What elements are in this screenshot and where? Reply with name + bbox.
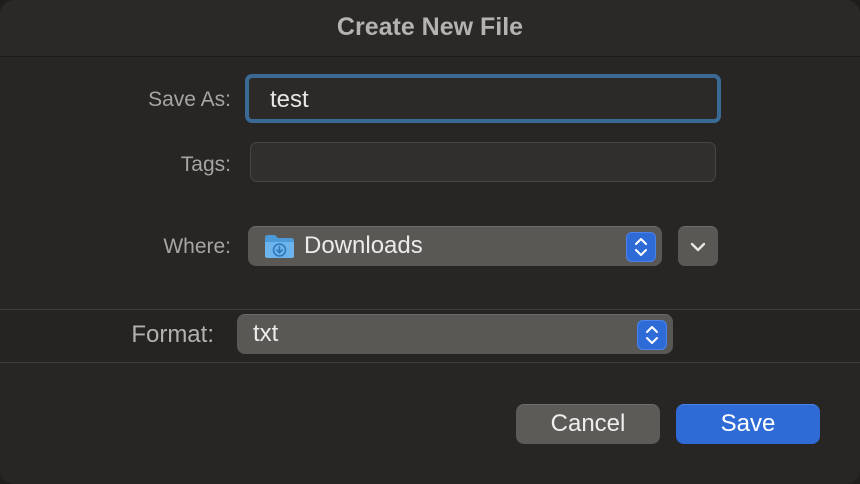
tags-input[interactable] xyxy=(250,142,716,182)
where-stepper-icon xyxy=(626,232,656,262)
create-new-file-dialog: Create New File Save As: test Tags: Wher… xyxy=(0,0,860,484)
where-label: Where: xyxy=(163,235,231,258)
save-button[interactable]: Save xyxy=(676,404,820,444)
title-bar: Create New File xyxy=(0,0,860,57)
save-as-value: test xyxy=(270,86,309,113)
format-popup[interactable]: txt xyxy=(237,314,673,354)
where-popup[interactable]: Downloads xyxy=(248,226,662,266)
expand-browser-button[interactable] xyxy=(678,226,718,266)
save-as-label: Save As: xyxy=(148,88,231,111)
divider-bottom xyxy=(0,362,860,363)
chevron-down-icon xyxy=(690,242,706,252)
tags-label: Tags: xyxy=(180,153,231,176)
format-selected: txt xyxy=(253,320,279,347)
cancel-button[interactable]: Cancel xyxy=(516,404,660,444)
downloads-folder-icon xyxy=(265,235,294,258)
format-label: Format: xyxy=(131,321,214,348)
format-stepper-icon xyxy=(637,320,667,350)
where-selected: Downloads xyxy=(304,232,423,259)
dialog-title: Create New File xyxy=(336,13,524,41)
save-as-input[interactable]: test xyxy=(245,74,721,123)
